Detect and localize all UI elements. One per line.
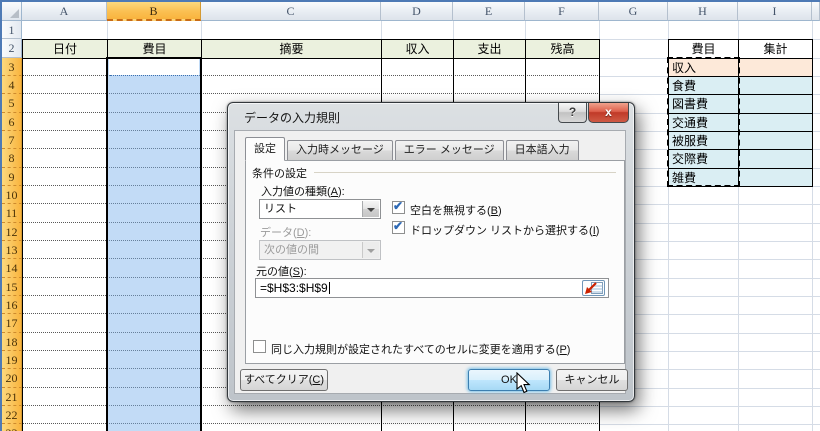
ignore-blank-checkbox[interactable]: ✔ bbox=[392, 199, 405, 214]
column-header-C[interactable]: C bbox=[201, 2, 381, 21]
collapse-dialog-button[interactable] bbox=[582, 280, 605, 296]
source-value: =$H$3:$H$9 bbox=[260, 281, 328, 295]
ignore-blank-label: 空白を無視する(B) bbox=[410, 205, 502, 217]
active-cell-bottom-separator bbox=[110, 74, 198, 76]
ledger-header-cell[interactable]: 日付 bbox=[22, 39, 108, 59]
cell-I7[interactable] bbox=[738, 130, 813, 151]
text-caret bbox=[328, 282, 330, 294]
data-value: 次の値の間 bbox=[264, 244, 319, 256]
dialog-body: 設定 入力時メッセージ エラー メッセージ 日本語入力 条件の設定 入力値の種類… bbox=[234, 130, 628, 394]
column-header-B[interactable]: B bbox=[107, 2, 201, 21]
row-header-9[interactable]: 9 bbox=[2, 167, 22, 186]
range-selector-icon bbox=[585, 282, 603, 294]
selected-range-B[interactable] bbox=[106, 56, 202, 431]
cell-I5[interactable] bbox=[738, 94, 813, 114]
allow-value: リスト bbox=[264, 203, 297, 215]
ledger-header-cell[interactable]: 残高 bbox=[525, 39, 600, 59]
row-header-20[interactable]: 20 bbox=[2, 369, 22, 388]
row-header-1[interactable]: 1 bbox=[2, 21, 22, 40]
ledger-header-cell[interactable]: 支出 bbox=[453, 39, 526, 59]
excel-window: A B C D E F G H I 1 2 3 4 5 6 7 8 9 10 11 12 13 14 15 16 17 18 19 20… bbox=[0, 0, 820, 431]
row-header-14[interactable]: 14 bbox=[2, 259, 22, 278]
mouse-cursor-icon bbox=[516, 372, 531, 394]
data-combobox: 次の値の間 bbox=[259, 240, 381, 260]
close-button[interactable]: x bbox=[588, 103, 629, 123]
row-header-4[interactable]: 4 bbox=[2, 75, 22, 95]
check-icon: ✔ bbox=[393, 219, 404, 233]
row-header-11[interactable]: 11 bbox=[2, 204, 22, 223]
dialog-title[interactable]: データの入力規則 bbox=[244, 109, 340, 126]
row-header-23[interactable]: 23 bbox=[2, 424, 22, 431]
apply-all-label: 同じ入力規則が設定されたすべてのセルに変更を適用する(P) bbox=[271, 344, 571, 356]
column-header-H[interactable]: H bbox=[668, 2, 738, 21]
chevron-down-icon bbox=[362, 242, 379, 258]
clear-all-button[interactable]: すべてクリア(C) bbox=[240, 369, 328, 391]
tab-settings[interactable]: 設定 bbox=[245, 137, 285, 161]
help-button[interactable]: ? bbox=[558, 103, 587, 123]
group-divider bbox=[314, 172, 616, 173]
chevron-down-icon[interactable] bbox=[362, 201, 379, 217]
cell-I4[interactable] bbox=[738, 75, 813, 96]
allow-label: 入力値の種類(A): bbox=[261, 186, 345, 198]
column-header-F[interactable]: F bbox=[525, 2, 599, 21]
close-icon: x bbox=[605, 105, 612, 119]
active-cell-B3[interactable] bbox=[109, 58, 199, 75]
row-header-8[interactable]: 8 bbox=[2, 149, 22, 168]
category-header-cell[interactable]: 集計 bbox=[738, 39, 813, 59]
cell-I9[interactable] bbox=[738, 167, 813, 187]
cancel-button[interactable]: キャンセル bbox=[556, 369, 628, 391]
row-header-16[interactable]: 16 bbox=[2, 295, 22, 315]
cell-I6[interactable] bbox=[738, 112, 813, 132]
ledger-header-cell[interactable]: 収入 bbox=[381, 39, 454, 59]
criteria-group-label: 条件の設定 bbox=[252, 168, 307, 180]
source-input[interactable]: =$H$3:$H$9 bbox=[255, 278, 609, 298]
help-icon: ? bbox=[568, 105, 577, 119]
row-header-3[interactable]: 3 bbox=[2, 57, 22, 76]
tab-strip: 設定 入力時メッセージ エラー メッセージ 日本語入力 bbox=[245, 137, 581, 161]
in-cell-dropdown-checkbox[interactable]: ✔ bbox=[392, 219, 405, 234]
row-header-21[interactable]: 21 bbox=[2, 387, 22, 406]
row-header-7[interactable]: 7 bbox=[2, 130, 22, 150]
in-cell-dropdown-label: ドロップダウン リストから選択する(I) bbox=[410, 225, 600, 237]
check-icon: ✔ bbox=[393, 199, 404, 213]
window-left-edge bbox=[0, 0, 2, 431]
select-all-corner[interactable] bbox=[2, 2, 22, 21]
settings-tab-page: 条件の設定 入力値の種類(A): リスト ✔ 空白を無視する(B) ✔ ドロップ… bbox=[245, 160, 625, 364]
select-all-triangle-icon bbox=[10, 9, 19, 18]
column-header-G[interactable]: G bbox=[599, 2, 668, 21]
row-header-19[interactable]: 19 bbox=[2, 350, 22, 370]
column-header-A[interactable]: A bbox=[22, 2, 107, 21]
cell-I8[interactable] bbox=[738, 149, 813, 169]
marching-ants-selection bbox=[667, 56, 740, 187]
tab-ime[interactable]: 日本語入力 bbox=[505, 140, 579, 161]
tab-error-alert[interactable]: エラー メッセージ bbox=[394, 140, 504, 161]
column-header-E[interactable]: E bbox=[453, 2, 525, 21]
row-header-12[interactable]: 12 bbox=[2, 222, 22, 241]
row-header-17[interactable]: 17 bbox=[2, 314, 22, 333]
apply-all-checkbox[interactable] bbox=[253, 340, 266, 353]
tab-input-message[interactable]: 入力時メッセージ bbox=[287, 140, 393, 161]
row-header-13[interactable]: 13 bbox=[2, 240, 22, 260]
allow-combobox[interactable]: リスト bbox=[259, 199, 381, 219]
data-label: データ(D): bbox=[260, 227, 312, 239]
row-header-6[interactable]: 6 bbox=[2, 112, 22, 131]
row-header-5[interactable]: 5 bbox=[2, 94, 22, 113]
data-validation-dialog: データの入力規則 ? x 設定 入力時メッセージ エラー メッセージ 日本語入力… bbox=[227, 102, 635, 402]
ledger-column-border bbox=[22, 39, 23, 431]
window-top-edge bbox=[0, 0, 820, 2]
row-header-2[interactable]: 2 bbox=[2, 39, 22, 58]
row-header-18[interactable]: 18 bbox=[2, 332, 22, 351]
source-label: 元の値(S): bbox=[256, 266, 307, 278]
row-header-10[interactable]: 10 bbox=[2, 185, 22, 205]
column-header-partial[interactable] bbox=[812, 2, 820, 21]
ok-button[interactable]: OK bbox=[468, 369, 550, 391]
row-header-22[interactable]: 22 bbox=[2, 405, 22, 425]
column-header-D[interactable]: D bbox=[381, 2, 453, 21]
row-header-15[interactable]: 15 bbox=[2, 277, 22, 296]
ledger-header-cell[interactable]: 摘要 bbox=[201, 39, 382, 59]
cell-I3[interactable] bbox=[738, 57, 813, 77]
column-header-I[interactable]: I bbox=[738, 2, 812, 21]
